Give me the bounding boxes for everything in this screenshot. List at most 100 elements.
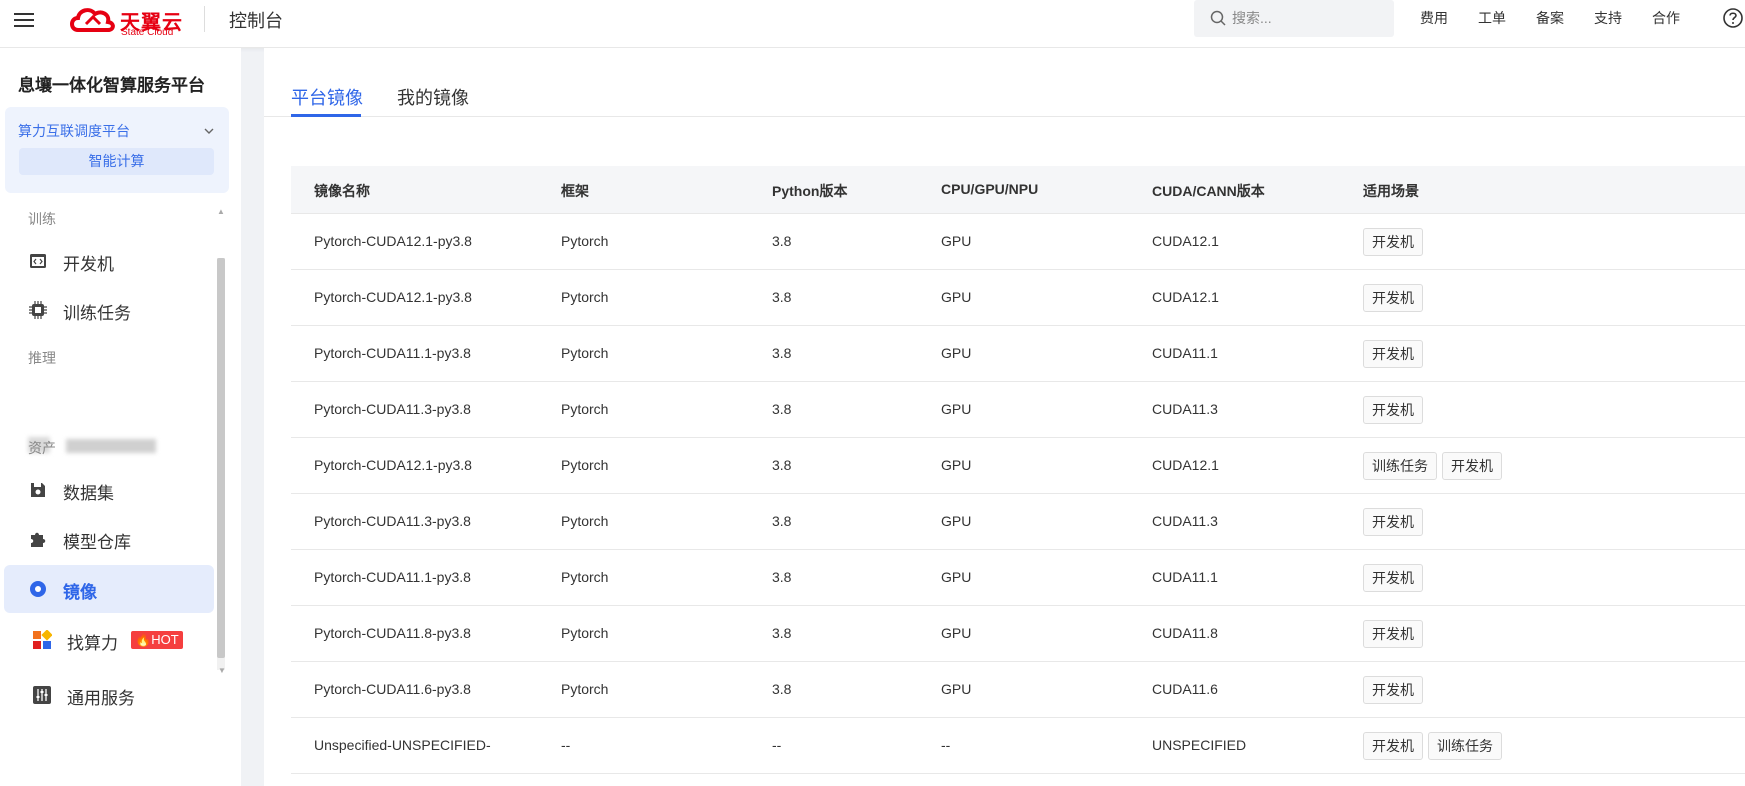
table-row[interactable]: Pytorch-CUDA12.1-py3.8 Pytorch 3.8 GPU CUDA1… [291, 214, 1745, 270]
search-box[interactable] [1194, 0, 1394, 37]
cell-device: GPU [941, 513, 972, 529]
table-row[interactable]: Pytorch-CUDA11.3-py3.8 Pytorch 3.8 GPU CUDA1… [291, 382, 1745, 438]
platform-select[interactable]: 算力互联调度平台 [18, 121, 130, 141]
scene-tag[interactable]: 开发机 [1363, 396, 1423, 424]
sidebar-item-model-repo[interactable]: 模型仓库 [4, 515, 214, 563]
console-title[interactable]: 控制台 [229, 7, 283, 33]
brand-logo[interactable]: 天翼云 State Cloud [68, 4, 183, 38]
scene-tag[interactable]: 开发机 [1442, 452, 1502, 480]
sidebar-item-label: 开发机 [63, 255, 114, 274]
help-icon[interactable] [1722, 7, 1744, 29]
column-header-framework: 框架 [561, 183, 589, 199]
section-label-infer: 推理 [28, 350, 56, 366]
column-header-name: 镜像名称 [314, 183, 370, 199]
platform-title: 息壤一体化智算服务平台 [18, 76, 205, 95]
scene-tag[interactable]: 开发机 [1363, 228, 1423, 256]
cell-framework: Pytorch [561, 569, 609, 585]
cell-cuda-version: CUDA11.8 [1152, 625, 1218, 641]
hamburger-icon[interactable] [12, 9, 36, 33]
scene-tag[interactable]: 开发机 [1363, 340, 1423, 368]
top-link-billing[interactable]: 费用 [1420, 8, 1448, 28]
hot-badge-text: HOT [151, 632, 179, 647]
cell-image-name: Pytorch-CUDA11.3-py3.8 [314, 401, 471, 417]
table-row[interactable]: Pytorch-CUDA11.1-py3.8 Pytorch 3.8 GPU CUDA1… [291, 326, 1745, 382]
sidebar-item-devbox[interactable]: 开发机 [4, 237, 214, 285]
tab-my-images[interactable]: 我的镜像 [397, 84, 469, 110]
scroll-down-arrow[interactable]: ▼ [218, 666, 226, 675]
scene-tag[interactable]: 训练任务 [1363, 452, 1437, 480]
sidebar: 息壤一体化智算服务平台 算力互联调度平台 智能计算 ▲ ▼ 训练 开发机 训练任… [0, 48, 241, 786]
cloud-logo-icon [70, 8, 115, 32]
sidebar-item-train-task[interactable]: 训练任务 [4, 286, 214, 334]
table-row[interactable]: Pytorch-CUDA12.1-py3.8 Pytorch 3.8 GPU CUDA1… [291, 438, 1745, 494]
cell-cuda-version: CUDA11.1 [1152, 345, 1218, 361]
sidebar-item-find-compute[interactable]: 找算力 🔥HOT [4, 616, 214, 664]
cell-framework: Pytorch [561, 289, 609, 305]
top-link-support[interactable]: 支持 [1594, 8, 1622, 28]
scroll-up-arrow[interactable]: ▲ [217, 207, 225, 216]
table-row[interactable]: Pytorch-CUDA11.1-py3.8 Pytorch 3.8 GPU CUDA1… [291, 550, 1745, 606]
cell-framework: Pytorch [561, 681, 609, 697]
top-link-ticket[interactable]: 工单 [1478, 8, 1506, 28]
active-tab-indicator [291, 114, 361, 117]
scene-tag[interactable]: 开发机 [1363, 620, 1423, 648]
redacted-label [66, 439, 156, 453]
grid-apps-icon [33, 630, 52, 649]
cell-cuda-version: CUDA11.3 [1152, 401, 1218, 417]
cell-device: GPU [941, 681, 972, 697]
table-row[interactable]: Pytorch-CUDA11.6-py3.8 Pytorch 3.8 GPU CUDA1… [291, 662, 1745, 718]
sliders-icon [33, 686, 51, 704]
cell-framework: Pytorch [561, 457, 609, 473]
table-body: Pytorch-CUDA12.1-py3.8 Pytorch 3.8 GPU CUDA1… [291, 214, 1745, 774]
cell-python-version: 3.8 [772, 289, 792, 305]
scene-tag[interactable]: 开发机 [1363, 676, 1423, 704]
section-label-assets: 资产 [28, 440, 56, 456]
cell-image-name: Pytorch-CUDA11.1-py3.8 [314, 569, 471, 585]
scene-tag[interactable]: 开发机 [1363, 508, 1423, 536]
tab-bar: 平台镜像 我的镜像 [264, 48, 1745, 117]
cell-device: GPU [941, 569, 972, 585]
platform-sub-item[interactable]: 智能计算 [19, 148, 214, 175]
code-window-icon [30, 254, 46, 268]
puzzle-icon [31, 532, 46, 547]
scene-tag[interactable]: 开发机 [1363, 564, 1423, 592]
cell-python-version: 3.8 [772, 625, 792, 641]
scrollbar-thumb[interactable] [217, 258, 225, 658]
cell-python-version: 3.8 [772, 681, 792, 697]
top-bar: 天翼云 State Cloud 控制台 费用 工单 备案 支持 合作 [0, 0, 1745, 48]
cell-image-name: Pytorch-CUDA12.1-py3.8 [314, 289, 472, 305]
search-input[interactable] [1232, 8, 1382, 28]
tab-platform-images[interactable]: 平台镜像 [291, 84, 363, 110]
top-link-partner[interactable]: 合作 [1652, 8, 1680, 28]
chevron-down-icon[interactable] [202, 124, 216, 138]
cell-cuda-version: CUDA12.1 [1152, 457, 1219, 473]
table-row[interactable]: Pytorch-CUDA11.3-py3.8 Pytorch 3.8 GPU CUDA1… [291, 494, 1745, 550]
cell-device: GPU [941, 625, 972, 641]
cell-image-name: Pytorch-CUDA11.6-py3.8 [314, 681, 471, 697]
sidebar-item-label: 训练任务 [63, 304, 131, 323]
scene-tag[interactable]: 开发机 [1363, 284, 1423, 312]
scene-tag[interactable]: 训练任务 [1428, 732, 1502, 760]
table-row[interactable]: Unspecified-UNSPECIFIED- -- -- -- UNSPECIFIE… [291, 718, 1745, 774]
scene-tag[interactable]: 开发机 [1363, 732, 1423, 760]
chip-icon [29, 301, 47, 319]
sidebar-item-image[interactable]: 镜像 [4, 565, 214, 613]
cell-python-version: 3.8 [772, 569, 792, 585]
cell-device: GPU [941, 401, 972, 417]
sidebar-item-dataset[interactable]: 数据集 [4, 466, 214, 514]
main-content: 平台镜像 我的镜像 镜像名称 框架 Python版本 CPU/GPU/NPU C… [264, 48, 1745, 786]
table-row[interactable]: Pytorch-CUDA11.8-py3.8 Pytorch 3.8 GPU CUDA1… [291, 606, 1745, 662]
cell-cuda-version: CUDA12.1 [1152, 289, 1219, 305]
cell-framework: Pytorch [561, 625, 609, 641]
table-row[interactable]: Pytorch-CUDA12.1-py3.8 Pytorch 3.8 GPU CUDA1… [291, 270, 1745, 326]
cell-cuda-version: CUDA11.6 [1152, 681, 1218, 697]
sidebar-item-label: 通用服务 [67, 689, 135, 708]
column-header-device: CPU/GPU/NPU [941, 181, 1039, 197]
top-link-filing[interactable]: 备案 [1536, 8, 1564, 28]
sidebar-item-general-service[interactable]: 通用服务 [4, 671, 214, 719]
cell-device: GPU [941, 289, 972, 305]
search-icon [1210, 10, 1226, 26]
column-header-cuda: CUDA/CANN版本 [1152, 183, 1265, 199]
section-label-train: 训练 [28, 211, 56, 227]
cell-cuda-version: CUDA12.1 [1152, 233, 1219, 249]
